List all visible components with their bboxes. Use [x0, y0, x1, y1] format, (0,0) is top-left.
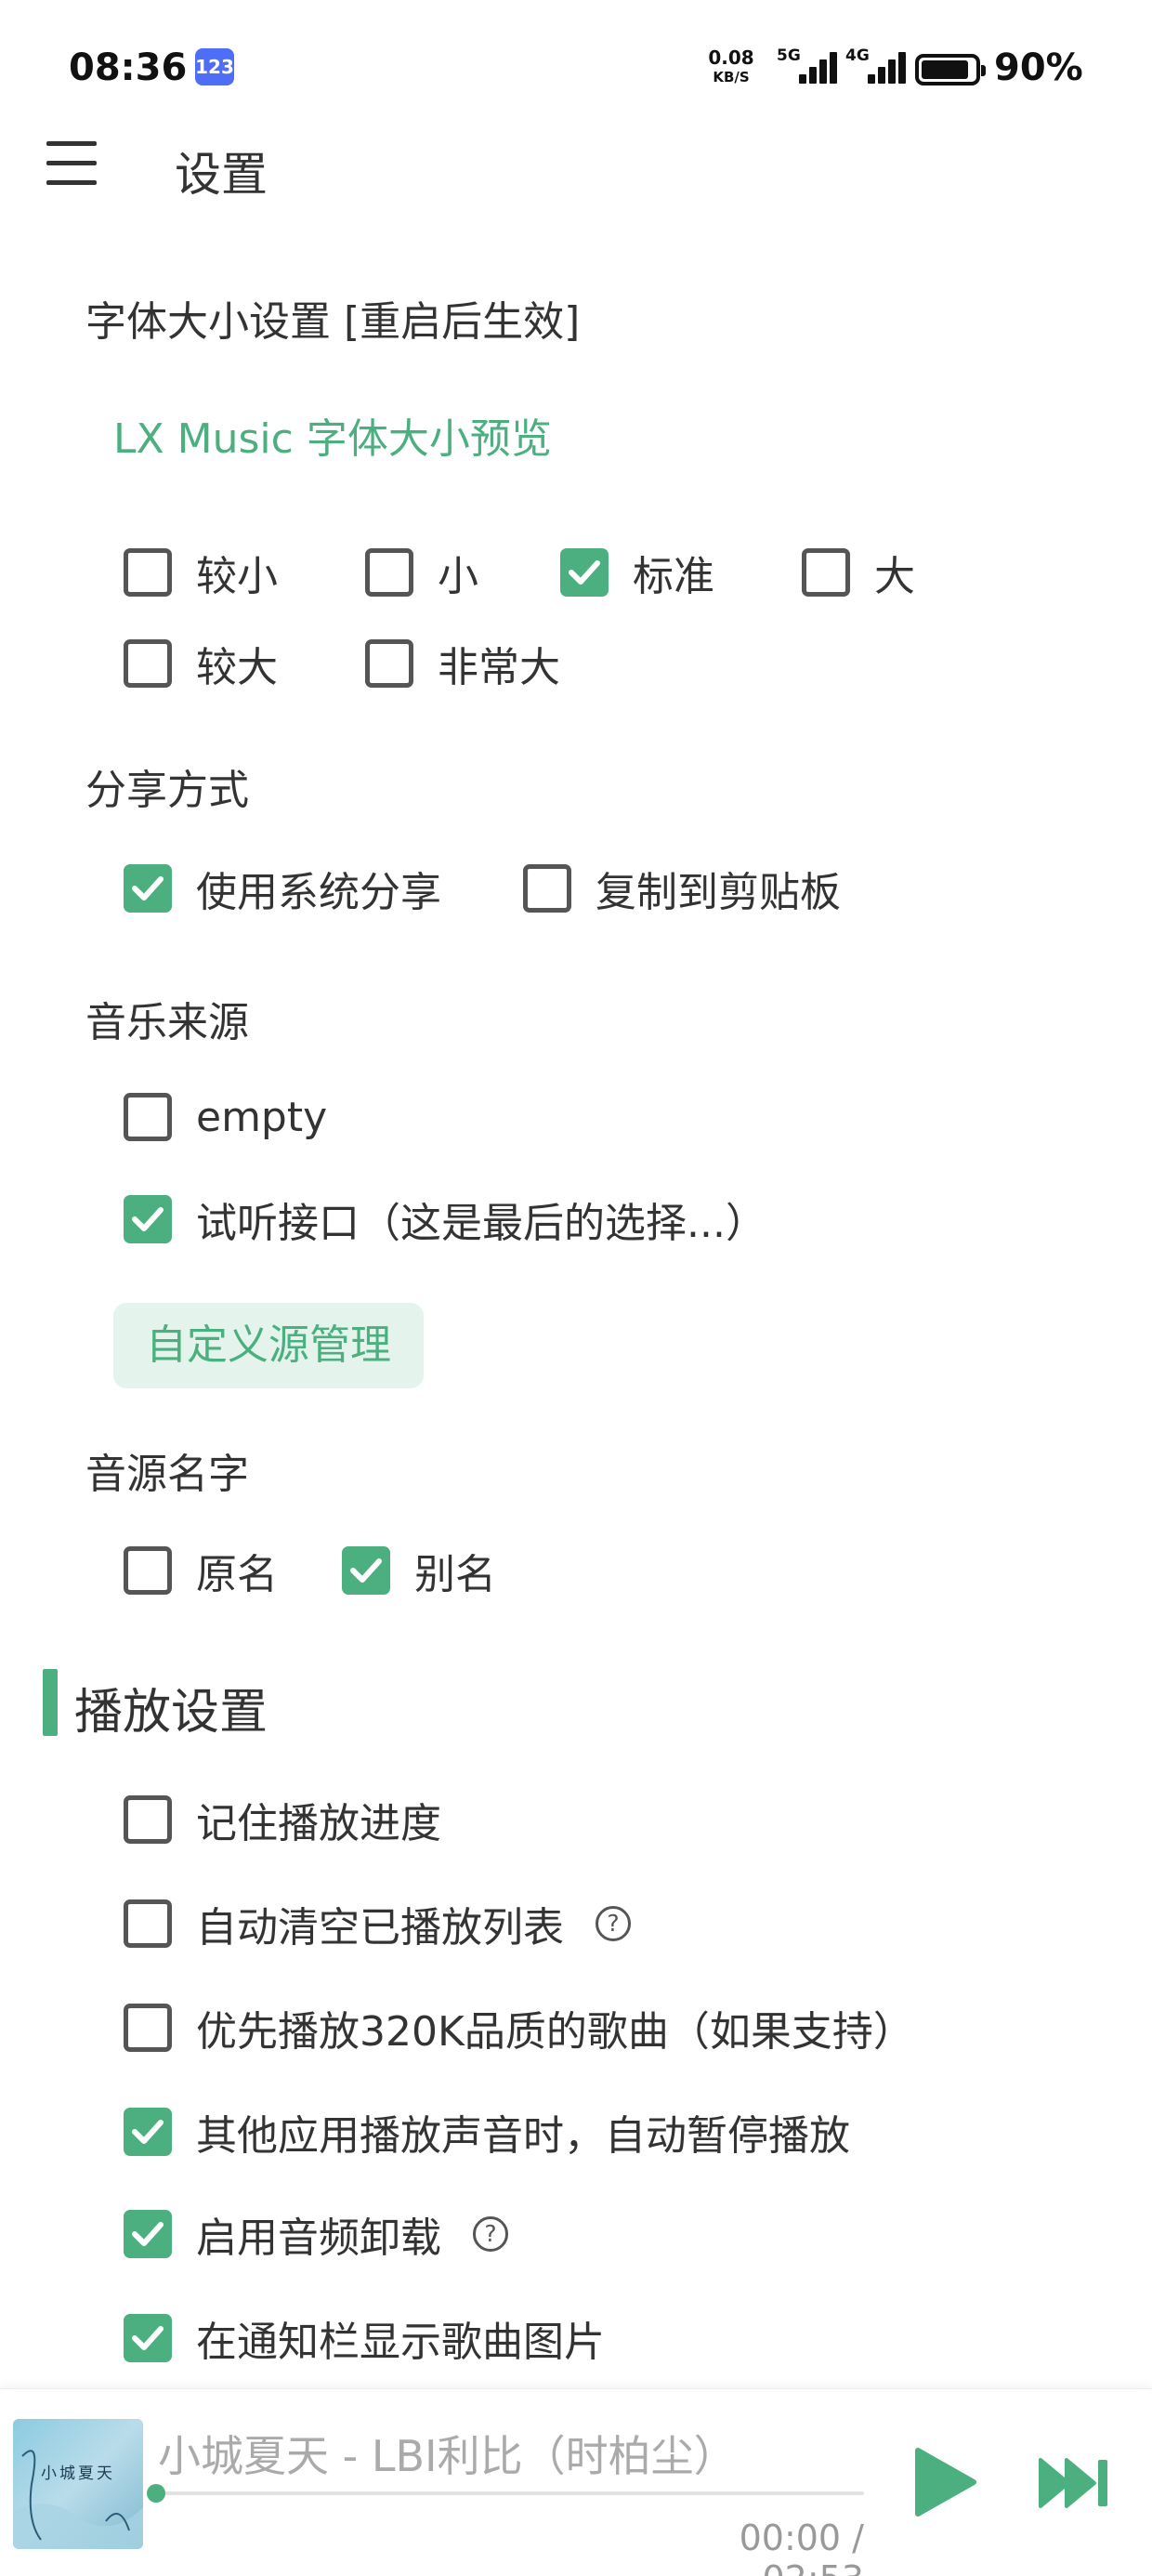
network-speed: 0.08 KB/S	[702, 48, 760, 87]
playback-option-label: 其他应用播放声音时，自动暂停播放	[196, 2112, 850, 2160]
source-name-title: 音源名字	[85, 1451, 249, 1498]
share-option-label: 使用系统分享	[196, 869, 441, 916]
font-size-title: 字体大小设置 [重启后生效]	[85, 298, 581, 346]
settings-content[interactable]: 字体大小设置 [重启后生效] LX Music 字体大小预览 较小 小 标准 大…	[0, 223, 1152, 2388]
checkbox-icon	[560, 548, 609, 597]
playback-option-label: 记住播放进度	[196, 1800, 441, 1847]
page-title: 设置	[175, 148, 268, 202]
checkbox-icon	[124, 548, 172, 597]
battery-icon	[915, 54, 986, 85]
font-size-option[interactable]: 小	[365, 545, 478, 600]
playback-option-label: 启用音频卸载	[196, 2215, 441, 2262]
share-option[interactable]: 复制到剪贴板	[523, 861, 841, 916]
checkbox-icon	[124, 1093, 172, 1141]
playback-option-auto-pause[interactable]: 其他应用播放声音时，自动暂停播放	[124, 2104, 850, 2160]
checkbox-icon	[124, 2108, 172, 2156]
font-size-option[interactable]: 较大	[124, 636, 278, 691]
checkbox-icon	[124, 2314, 172, 2362]
music-source-title: 音乐来源	[85, 999, 249, 1046]
music-source-option-label: 试听接口（这是最后的选择...）	[196, 1200, 766, 1247]
checkbox-icon	[365, 639, 413, 688]
font-size-preview: LX Music 字体大小预览	[113, 415, 552, 463]
music-source-option-label: empty	[196, 1093, 328, 1141]
music-source-option[interactable]: 试听接口（这是最后的选择...）	[124, 1191, 766, 1247]
section-accent-bar	[43, 1669, 58, 1736]
font-size-option[interactable]: 标准	[560, 545, 714, 600]
music-source-option[interactable]: empty	[124, 1089, 327, 1145]
playback-option-notification-art[interactable]: 在通知栏显示歌曲图片	[124, 2310, 605, 2366]
checkbox-icon	[124, 864, 172, 913]
checkbox-icon	[124, 2210, 172, 2258]
custom-source-button[interactable]: 自定义源管理	[113, 1303, 424, 1388]
source-name-option-label: 别名	[414, 1551, 496, 1598]
source-name-option[interactable]: 原名	[124, 1543, 278, 1598]
checkbox-icon	[802, 548, 850, 597]
checkbox-icon	[124, 1195, 172, 1243]
battery-fill	[922, 60, 968, 79]
help-circle-icon[interactable]: ?	[473, 2216, 508, 2252]
play-icon[interactable]	[909, 2445, 979, 2519]
checkbox-icon	[365, 548, 413, 597]
network-speed-unit: KB/S	[713, 69, 750, 85]
checkbox-icon	[523, 864, 571, 913]
font-size-option-label: 标准	[633, 553, 714, 600]
network-5g-label: 5G	[777, 46, 801, 65]
settings-page: 08:36 123 0.08 KB/S 5G 4G 90% 设置 字体大小设置 …	[0, 0, 1152, 2576]
font-size-option[interactable]: 大	[802, 545, 915, 600]
progress-slider[interactable]	[147, 2484, 864, 2503]
font-size-option-label: 较大	[196, 644, 278, 691]
status-time: 08:36	[69, 46, 188, 89]
checkbox-icon	[124, 1795, 172, 1844]
checkbox-icon	[124, 1546, 172, 1595]
playback-option-prefer-320k[interactable]: 优先播放320K品质的歌曲（如果支持）	[124, 2000, 914, 2056]
network-4g-label: 4G	[845, 46, 870, 65]
share-title: 分享方式	[85, 767, 249, 814]
playback-option-remember-progress[interactable]: 记住播放进度	[124, 1792, 441, 1847]
battery-percent: 90%	[994, 46, 1083, 89]
signal-4g-icon: 4G	[845, 46, 910, 87]
mini-player[interactable]: 小城夏天 小城夏天 - LBI利比（时柏尘） 00:00 / 02:53	[0, 2388, 1152, 2576]
share-option-label: 复制到剪贴板	[596, 869, 841, 916]
checkbox-icon	[124, 639, 172, 688]
source-name-option[interactable]: 别名	[342, 1543, 496, 1598]
signal-5g-icon: 5G	[777, 46, 842, 87]
playback-section-title: 播放设置	[74, 1685, 268, 1741]
status-bar: 08:36 123 0.08 KB/S 5G 4G 90%	[0, 0, 1152, 139]
font-size-option-label: 小	[438, 553, 478, 600]
status-app-badge: 123	[195, 48, 234, 85]
progress-track	[156, 2491, 864, 2495]
font-size-option[interactable]: 非常大	[365, 636, 560, 691]
playback-time: 00:00 / 02:53	[739, 2517, 864, 2576]
progress-knob[interactable]	[147, 2484, 165, 2503]
playback-option-label: 在通知栏显示歌曲图片	[196, 2319, 605, 2366]
network-speed-value: 0.08	[708, 46, 754, 69]
font-size-option-label: 非常大	[438, 644, 560, 691]
font-size-option-label: 大	[874, 553, 915, 600]
now-playing-title[interactable]: 小城夏天 - LBI利比（时柏尘）	[158, 2423, 737, 2484]
checkbox-icon	[342, 1546, 390, 1595]
playback-option-label: 自动清空已播放列表	[196, 1904, 564, 1952]
playback-option-audio-offload[interactable]: 启用音频卸载 ?	[124, 2206, 508, 2262]
playback-option-auto-clear[interactable]: 自动清空已播放列表 ?	[124, 1896, 631, 1952]
help-circle-icon[interactable]: ?	[596, 1906, 631, 1941]
source-name-option-label: 原名	[196, 1551, 278, 1598]
checkbox-icon	[124, 2004, 172, 2052]
album-art-title: 小城夏天	[41, 2464, 115, 2483]
playback-option-label: 优先播放320K品质的歌曲（如果支持）	[196, 2008, 914, 2056]
font-size-option[interactable]: 较小	[124, 545, 278, 600]
font-size-option-label: 较小	[196, 553, 278, 600]
album-art[interactable]: 小城夏天	[13, 2419, 143, 2549]
checkbox-icon	[124, 1899, 172, 1948]
skip-next-icon[interactable]	[1037, 2456, 1111, 2510]
hamburger-menu-icon[interactable]	[45, 139, 100, 188]
share-option[interactable]: 使用系统分享	[124, 861, 441, 916]
